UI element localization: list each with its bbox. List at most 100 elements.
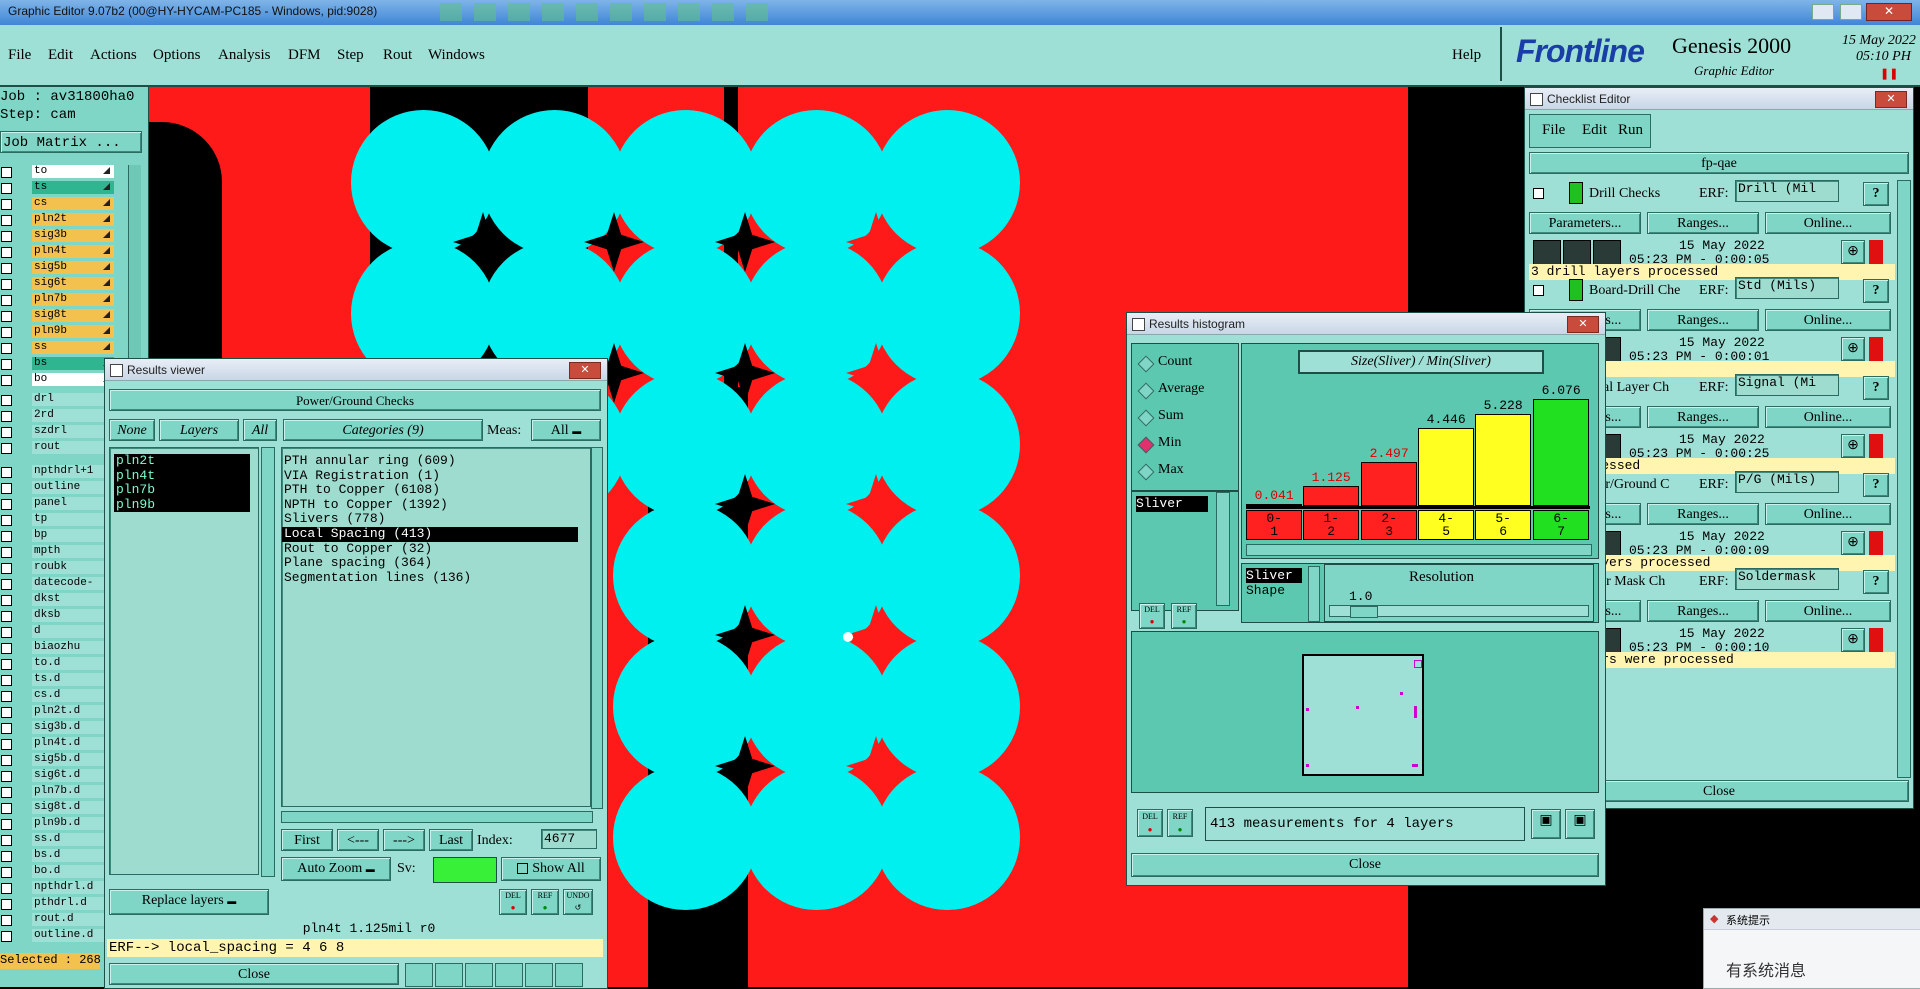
list2-sliver[interactable]: Sliver xyxy=(1246,568,1302,583)
category-list-item[interactable]: VIA Registration (1) xyxy=(282,468,578,484)
layer-checkbox[interactable] xyxy=(1,531,12,542)
layer-checkbox[interactable] xyxy=(1,579,12,590)
layer-checkbox[interactable] xyxy=(1,883,12,894)
layer-row[interactable]: bp xyxy=(0,529,120,543)
layer-checkbox[interactable] xyxy=(1,343,12,354)
del-button[interactable]: DEL ● xyxy=(1139,603,1165,629)
layer-row[interactable]: pln9b xyxy=(0,325,120,339)
layer-row[interactable]: to xyxy=(0,165,120,179)
histogram-bar[interactable] xyxy=(1418,428,1475,506)
checklist-titlebar[interactable]: Checklist Editor ✕ xyxy=(1525,88,1913,110)
check-name[interactable]: Board-Drill Che xyxy=(1589,283,1680,299)
layer-list-item[interactable]: pln4t xyxy=(114,468,250,484)
layer-row[interactable]: szdrl xyxy=(0,425,120,439)
option-max[interactable]: Max xyxy=(1158,462,1184,478)
layer-row[interactable]: npthdrl+1 xyxy=(0,465,120,479)
option-average[interactable]: Average xyxy=(1158,381,1204,397)
zoom-icon[interactable]: ▣ xyxy=(1531,809,1561,839)
menu-dfm[interactable]: DFM xyxy=(288,47,321,64)
layer-checkbox[interactable] xyxy=(1,547,12,558)
layer-row[interactable]: cs xyxy=(0,197,120,211)
layer-checkbox[interactable] xyxy=(1,263,12,274)
menu-rout[interactable]: Rout xyxy=(383,47,412,64)
none-button[interactable]: None xyxy=(109,419,155,441)
online-button[interactable]: Online... xyxy=(1765,212,1891,234)
category-list-item[interactable]: Slivers (778) xyxy=(282,512,578,527)
ranges-button[interactable]: Ranges... xyxy=(1647,503,1759,525)
layer-row[interactable]: bo xyxy=(0,373,120,387)
layer-row[interactable]: ts.d xyxy=(0,673,120,687)
minimize-button[interactable] xyxy=(1812,4,1834,20)
radio-sum[interactable] xyxy=(1137,409,1155,427)
tool-icon[interactable] xyxy=(555,963,583,987)
sv-color-dropdown[interactable] xyxy=(433,857,497,883)
layer-checkbox[interactable] xyxy=(1,611,12,622)
layer-checkbox[interactable] xyxy=(1,443,12,454)
layer-row[interactable]: mpth xyxy=(0,545,120,559)
histogram-bar[interactable] xyxy=(1475,414,1532,506)
category-list-item[interactable]: PTH annular ring (609) xyxy=(282,453,578,469)
zoom-icon[interactable]: ⊕ xyxy=(1841,628,1865,652)
layer-row[interactable]: cs.d xyxy=(0,689,120,703)
layer-checkbox[interactable] xyxy=(1,375,12,386)
help-button[interactable]: ? xyxy=(1863,182,1889,206)
first-button[interactable]: First xyxy=(281,829,333,851)
layer-checkbox[interactable] xyxy=(1,231,12,242)
layer-checkbox[interactable] xyxy=(1,643,12,654)
layer-checkbox[interactable] xyxy=(1,395,12,406)
menu-file[interactable]: File xyxy=(8,47,31,64)
layer-row[interactable]: datecode- xyxy=(0,577,120,591)
layer-row[interactable]: 2rd xyxy=(0,409,120,423)
auto-zoom-dropdown[interactable]: Auto Zoom ▬ xyxy=(281,857,391,881)
run-icon[interactable] xyxy=(1563,240,1591,266)
close-icon[interactable]: ✕ xyxy=(1567,316,1599,333)
radio-min-selected[interactable] xyxy=(1137,436,1155,454)
layer-row[interactable]: sig5b xyxy=(0,261,120,275)
layer-checkbox[interactable] xyxy=(1,411,12,422)
series-item-sliver[interactable]: Sliver xyxy=(1136,496,1208,512)
category-list-item[interactable]: NPTH to Copper (1392) xyxy=(282,497,578,513)
parameters-button[interactable]: Parameters... xyxy=(1529,212,1641,234)
layer-checkbox[interactable] xyxy=(1,199,12,210)
layer-checkbox[interactable] xyxy=(1,183,12,194)
histogram-bar[interactable] xyxy=(1303,486,1360,506)
layer-row[interactable]: biaozhu xyxy=(0,641,120,655)
last-button[interactable]: Last xyxy=(429,829,473,851)
system-notification[interactable]: ◆ 系统提示 有系统消息 xyxy=(1703,908,1920,989)
layer-row[interactable]: dksb xyxy=(0,609,120,623)
category-list-item[interactable]: Segmentation lines (136) xyxy=(282,570,578,586)
layer-checkbox[interactable] xyxy=(1,563,12,574)
layer-checkbox[interactable] xyxy=(1,899,12,910)
prev-button[interactable]: <--- xyxy=(337,829,379,851)
layer-checkbox[interactable] xyxy=(1,279,12,290)
ref-button[interactable]: REF ● xyxy=(1167,809,1193,837)
layer-row[interactable]: pln2t.d xyxy=(0,705,120,719)
menu-windows[interactable]: Windows xyxy=(428,47,485,64)
layer-row[interactable]: to.d xyxy=(0,657,120,671)
layer-checkbox[interactable] xyxy=(1,295,12,306)
maximize-button[interactable] xyxy=(1840,4,1862,20)
layer-checkbox[interactable] xyxy=(1,755,12,766)
results-viewer-titlebar[interactable]: Results viewer ✕ xyxy=(105,359,607,381)
menu-file[interactable]: File xyxy=(1542,122,1565,139)
replace-layers-dropdown[interactable]: Replace layers ▬ xyxy=(109,889,269,915)
layer-checkbox[interactable] xyxy=(1,819,12,830)
layer-checkbox[interactable] xyxy=(1,427,12,438)
list2-scrollbar[interactable] xyxy=(1308,566,1320,622)
zoom-icon[interactable]: ⊕ xyxy=(1841,531,1865,555)
layer-checkbox[interactable] xyxy=(1,515,12,526)
layer-checkbox[interactable] xyxy=(1,627,12,638)
layer-row[interactable]: sig3b xyxy=(0,229,120,243)
option-min[interactable]: Min xyxy=(1158,435,1181,451)
layer-checkbox[interactable] xyxy=(1,359,12,370)
erf-field[interactable]: Drill (Mil xyxy=(1735,180,1839,202)
layer-checkbox[interactable] xyxy=(1,311,12,322)
slider-thumb[interactable] xyxy=(1350,606,1378,618)
menu-edit[interactable]: Edit xyxy=(48,47,73,64)
erf-field[interactable]: Std (Mils) xyxy=(1735,277,1839,299)
layer-row[interactable]: outline.d xyxy=(0,929,120,943)
tool-icon[interactable] xyxy=(465,963,493,987)
check-checkbox[interactable] xyxy=(1533,188,1544,199)
layer-row[interactable]: pln4t.d xyxy=(0,737,120,751)
job-matrix-button[interactable]: Job Matrix ... xyxy=(0,131,142,153)
